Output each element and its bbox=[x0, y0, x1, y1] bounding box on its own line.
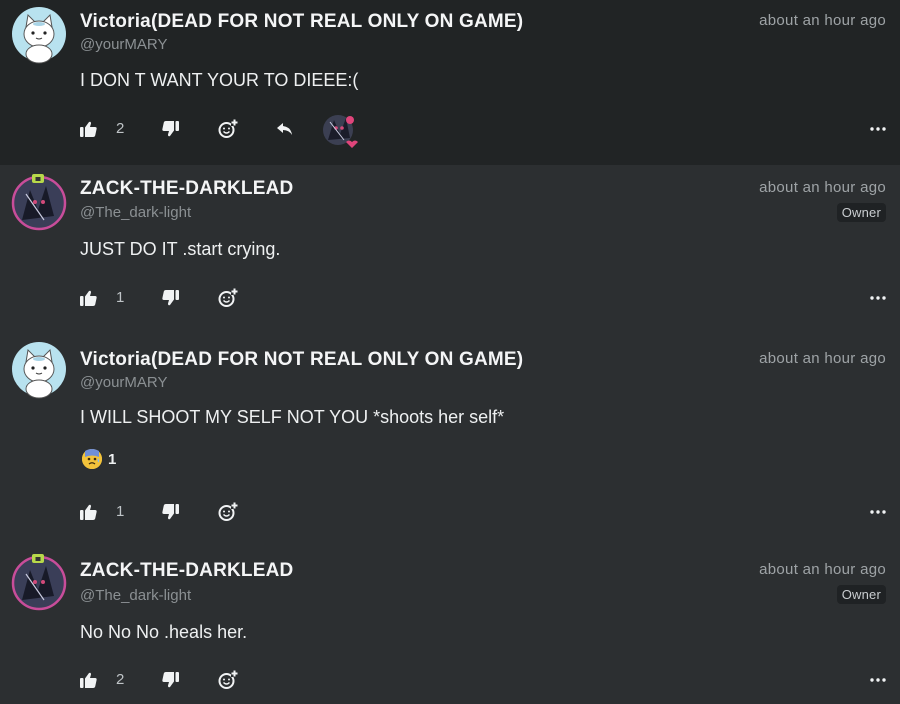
add-emoji-icon bbox=[218, 119, 238, 138]
more-options-button[interactable] bbox=[870, 287, 886, 309]
thumbs-up-icon bbox=[80, 121, 97, 137]
white-cat-icon bbox=[12, 7, 66, 64]
comment-actions: 2 bbox=[80, 115, 886, 148]
anxious-face-icon bbox=[82, 449, 102, 469]
username[interactable]: ZACK-THE-DARKLEAD bbox=[80, 178, 293, 200]
comment-text: I WILL SHOOT MY SELF NOT YOU *shoots her… bbox=[80, 407, 505, 427]
more-options-button[interactable] bbox=[870, 118, 886, 140]
comment-text: No No No .heals her. bbox=[80, 622, 248, 642]
add-reaction-button[interactable] bbox=[218, 287, 238, 309]
thumbs-down-icon bbox=[162, 121, 179, 137]
thumbs-down-icon bbox=[162, 672, 179, 688]
more-dots-icon bbox=[870, 127, 886, 131]
dislike-button[interactable] bbox=[162, 669, 179, 691]
add-emoji-icon bbox=[218, 288, 238, 307]
add-emoji-icon bbox=[218, 502, 238, 521]
comment-item: ZACK-THE-DARKLEAD @The_dark-light about … bbox=[0, 165, 900, 335]
user-handle[interactable]: @yourMARY bbox=[80, 36, 167, 53]
comment-text: I DON T WANT YOUR TO DIEEE:( bbox=[80, 70, 359, 90]
more-dots-icon bbox=[870, 510, 886, 514]
thumbs-up-icon bbox=[80, 504, 97, 520]
timestamp: about an hour ago bbox=[759, 12, 886, 29]
avatar[interactable] bbox=[12, 7, 66, 64]
more-options-button[interactable] bbox=[870, 669, 886, 691]
thumbs-up-icon bbox=[80, 290, 97, 306]
user-handle[interactable]: @yourMARY bbox=[80, 374, 167, 391]
comment-item: Victoria(DEAD FOR NOT REAL ONLY ON GAME)… bbox=[0, 335, 900, 545]
dark-character-icon bbox=[11, 174, 67, 231]
comment-text: JUST DO IT .start crying. bbox=[80, 239, 281, 259]
avatar[interactable] bbox=[11, 554, 67, 611]
timestamp: about an hour ago bbox=[759, 350, 886, 367]
comment-actions: 1 bbox=[80, 287, 886, 309]
comment-actions: 2 bbox=[80, 669, 886, 691]
like-button[interactable] bbox=[80, 118, 97, 140]
dislike-button[interactable] bbox=[162, 501, 179, 523]
thumbs-down-icon bbox=[162, 504, 179, 520]
reaction-count: 1 bbox=[108, 450, 117, 468]
reply-arrow-icon bbox=[277, 123, 292, 135]
owner-badge: Owner bbox=[836, 203, 886, 222]
dark-character-icon bbox=[11, 554, 67, 611]
thumbs-up-icon bbox=[80, 672, 97, 688]
like-button[interactable] bbox=[80, 287, 97, 309]
more-dots-icon bbox=[870, 296, 886, 300]
comment-item: ZACK-THE-DARKLEAD @The_dark-light about … bbox=[0, 545, 900, 704]
avatar[interactable] bbox=[11, 174, 67, 231]
dislike-button[interactable] bbox=[162, 118, 179, 140]
thumbs-down-icon bbox=[162, 290, 179, 306]
reply-button[interactable] bbox=[276, 118, 294, 140]
like-button[interactable] bbox=[80, 501, 97, 523]
more-options-button[interactable] bbox=[870, 501, 886, 523]
like-count: 2 bbox=[116, 671, 125, 688]
add-reaction-button[interactable] bbox=[218, 669, 238, 691]
username[interactable]: Victoria(DEAD FOR NOT REAL ONLY ON GAME) bbox=[80, 349, 523, 371]
dislike-button[interactable] bbox=[162, 287, 179, 309]
username[interactable]: ZACK-THE-DARKLEAD bbox=[80, 560, 293, 582]
avatar[interactable] bbox=[12, 342, 66, 399]
comment-actions: 1 bbox=[80, 501, 886, 523]
like-count: 1 bbox=[116, 503, 125, 520]
like-button[interactable] bbox=[80, 669, 97, 691]
timestamp: about an hour ago bbox=[759, 179, 886, 196]
user-handle[interactable]: @The_dark-light bbox=[80, 204, 191, 221]
add-emoji-icon bbox=[218, 670, 238, 689]
like-count: 2 bbox=[116, 120, 125, 137]
like-count: 1 bbox=[116, 289, 125, 306]
owner-badge: Owner bbox=[836, 585, 886, 604]
more-dots-icon bbox=[870, 678, 886, 682]
reaction-chip[interactable]: 1 bbox=[82, 446, 116, 472]
comment-item: Victoria(DEAD FOR NOT REAL ONLY ON GAME)… bbox=[0, 0, 900, 165]
timestamp: about an hour ago bbox=[759, 561, 886, 578]
username[interactable]: Victoria(DEAD FOR NOT REAL ONLY ON GAME) bbox=[80, 11, 523, 33]
add-reaction-button[interactable] bbox=[218, 118, 238, 140]
dark-character-icon bbox=[323, 115, 358, 148]
add-reaction-button[interactable] bbox=[218, 501, 238, 523]
reacted-user-avatar[interactable] bbox=[322, 112, 358, 148]
white-cat-icon bbox=[12, 342, 66, 399]
user-handle[interactable]: @The_dark-light bbox=[80, 587, 191, 604]
